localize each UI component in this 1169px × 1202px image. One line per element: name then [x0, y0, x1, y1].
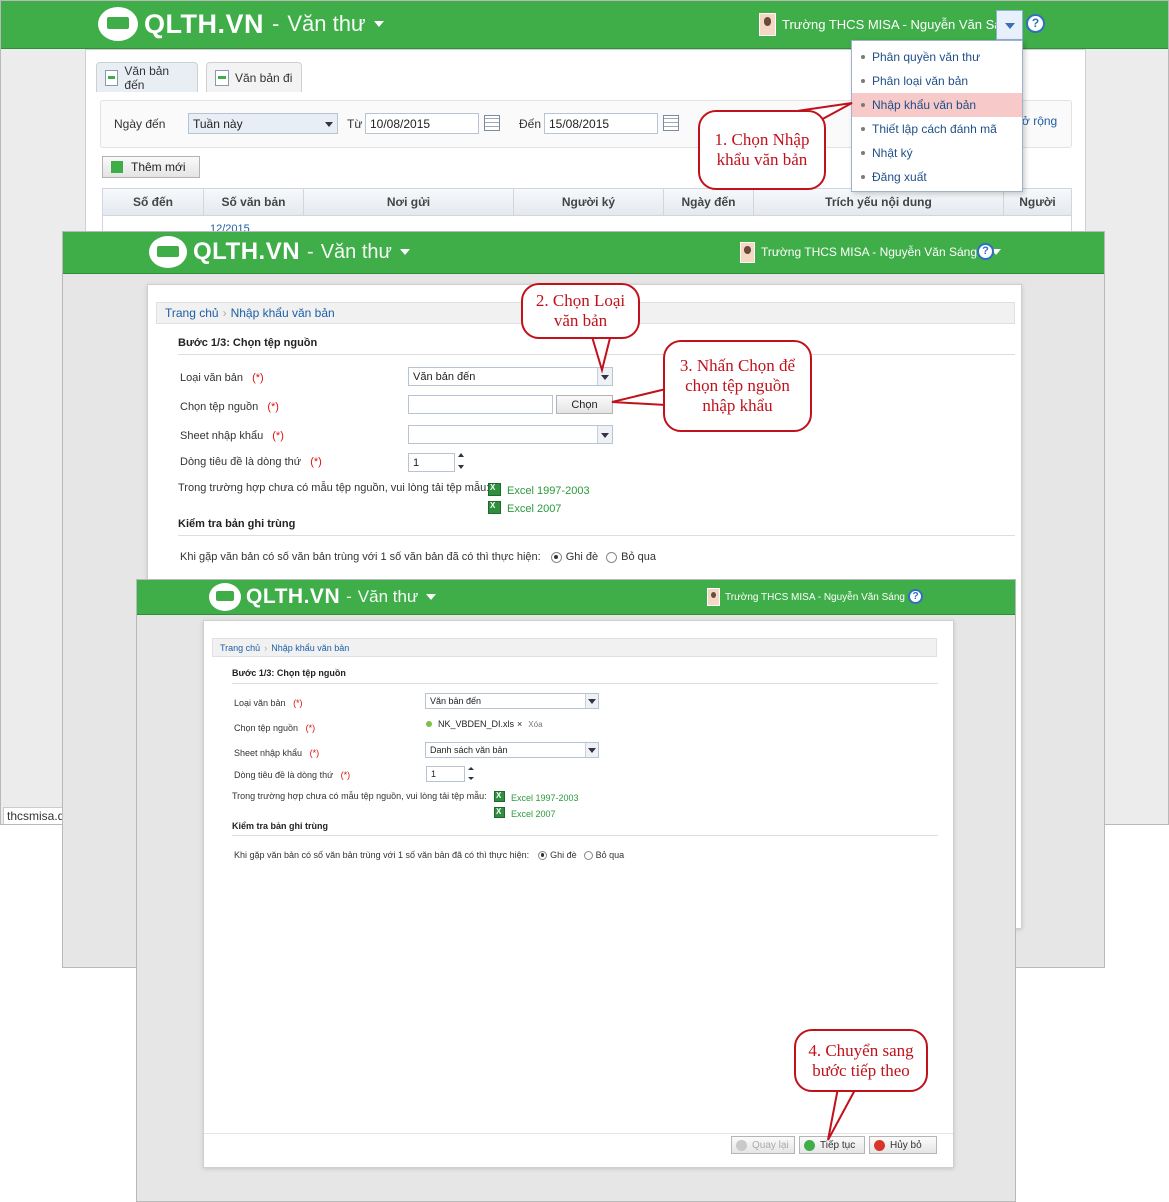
- callout-4: 4. Chuyển sang bước tiếp theo: [794, 1029, 928, 1092]
- callout-3-pointer: [611, 388, 667, 406]
- callout-3: 3. Nhấn Chọn để chọn tệp nguồn nhập khẩu: [663, 340, 812, 432]
- callout-2: 2. Chọn Loại văn bản: [521, 283, 640, 339]
- callout-1: 1. Chọn Nhập khẩu văn bản: [698, 110, 826, 190]
- callout-4-pointer: [827, 1087, 857, 1141]
- callout-pointers: [589, 102, 857, 1141]
